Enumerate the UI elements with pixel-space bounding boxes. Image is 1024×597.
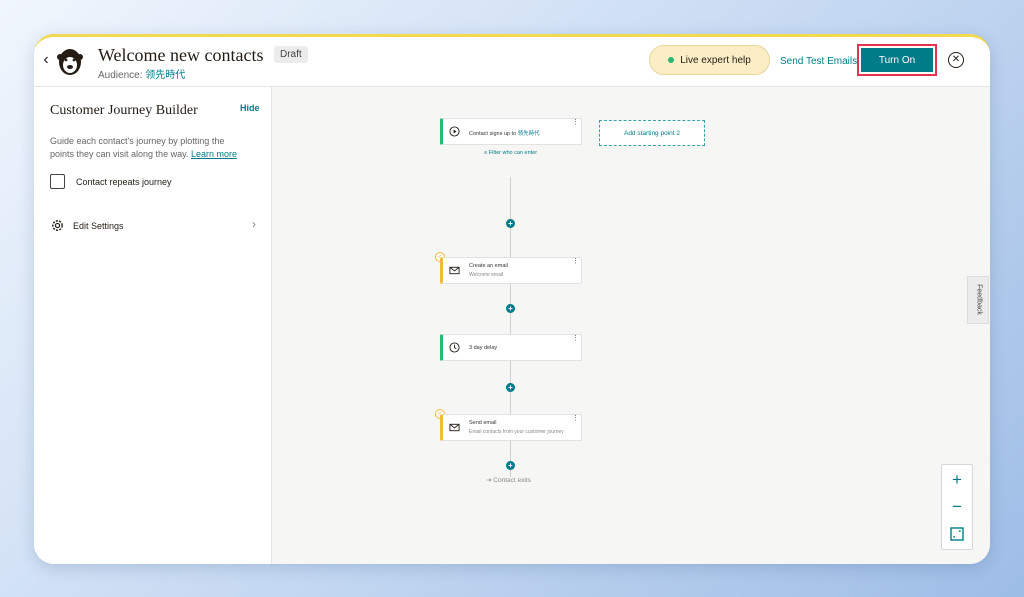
filter-icon: ≡ <box>484 150 488 156</box>
mail-icon <box>449 266 460 275</box>
status-badge: Draft <box>274 46 308 63</box>
mailchimp-logo-icon <box>57 49 83 75</box>
node-subtitle: Email contacts from your customer journe… <box>469 429 564 435</box>
sidebar-description: Guide each contact's journey by plotting… <box>50 135 250 161</box>
sidebar-title: Customer Journey Builder <box>50 103 198 118</box>
delay-node[interactable]: 3 day delay ⋮ <box>440 334 582 361</box>
app-window: ‹ Welcome new contacts Draft Audience: 领… <box>34 34 990 564</box>
gear-icon <box>52 220 63 231</box>
contact-exits: ⇥ Contact exits <box>486 476 531 484</box>
mail-icon <box>449 423 460 432</box>
journey-title: Welcome new contacts <box>98 45 264 65</box>
contact-repeats-label: Contact repeats journey <box>76 177 172 187</box>
audience-line: Audience: 领先時代 <box>98 66 185 81</box>
feedback-tab[interactable]: Feedback <box>967 276 989 324</box>
live-expert-help-button[interactable]: Live expert help <box>649 45 770 75</box>
play-icon <box>449 126 460 137</box>
feedback-label: Feedback <box>975 284 983 315</box>
zoom-out-button[interactable]: − <box>942 494 972 520</box>
send-test-emails-link[interactable]: Send Test Emails <box>780 56 857 67</box>
live-expert-help-label: Live expert help <box>680 54 751 66</box>
start-node[interactable]: Contact signs up to 领先時代 ⋮ <box>440 118 582 145</box>
chevron-right-icon: › <box>252 217 256 231</box>
start-node-label: Contact signs up to <box>469 131 517 137</box>
exit-icon: ⇥ <box>486 477 492 484</box>
filter-label: Filter who can enter <box>488 150 538 156</box>
close-icon[interactable]: ✕ <box>948 52 964 68</box>
fit-screen-icon <box>950 527 964 541</box>
back-button[interactable]: ‹ <box>38 51 54 71</box>
top-header: ‹ Welcome new contacts Draft Audience: 领… <box>34 37 990 87</box>
node-title: Create an email <box>469 263 508 269</box>
node-menu-icon[interactable]: ⋮ <box>572 335 579 342</box>
hide-sidebar-button[interactable]: Hide <box>240 103 260 113</box>
audience-label: Audience: <box>98 70 143 81</box>
turn-on-highlight: Turn On <box>857 44 937 76</box>
node-subtitle: Welcome email <box>469 272 504 278</box>
zoom-in-button[interactable]: + <box>942 467 972 493</box>
edit-settings-label: Edit Settings <box>73 221 124 231</box>
node-menu-icon[interactable]: ⋮ <box>572 415 579 422</box>
add-starting-point-button[interactable]: Add starting point 2 <box>599 120 705 146</box>
add-step-button[interactable]: + <box>506 304 515 313</box>
node-menu-icon[interactable]: ⋮ <box>572 258 579 265</box>
edit-settings-item[interactable]: Edit Settings › <box>48 217 256 237</box>
add-step-button[interactable]: + <box>506 383 515 392</box>
contact-exits-label: Contact exits <box>493 477 531 484</box>
zoom-controls: + − <box>941 464 973 550</box>
journey-canvas[interactable]: Contact signs up to 领先時代 ⋮ Add starting … <box>272 87 990 564</box>
online-status-icon <box>668 57 675 63</box>
send-email-node[interactable]: Send email Email contacts from your cust… <box>440 414 582 441</box>
node-title: Send email <box>469 420 497 426</box>
add-step-button[interactable]: + <box>506 219 515 228</box>
turn-on-button[interactable]: Turn On <box>861 48 933 72</box>
start-node-title: Contact signs up to 领先時代 <box>469 129 540 137</box>
fit-to-screen-button[interactable] <box>942 521 972 547</box>
add-step-button[interactable]: + <box>506 461 515 470</box>
clock-icon <box>449 342 460 353</box>
node-menu-icon[interactable]: ⋮ <box>572 119 579 126</box>
create-email-node[interactable]: Create an email Welcome email ⋮ <box>440 257 582 284</box>
learn-more-link[interactable]: Learn more <box>191 149 237 159</box>
start-node-audience[interactable]: 领先時代 <box>518 131 540 137</box>
contact-repeats-checkbox[interactable] <box>50 174 65 189</box>
journey-sidebar: Customer Journey Builder Hide Guide each… <box>34 87 272 564</box>
audience-value: 领先時代 <box>145 70 186 81</box>
filter-who-can-enter-link[interactable]: ≡ Filter who can enter <box>484 150 537 156</box>
node-title: 3 day delay <box>469 345 498 351</box>
